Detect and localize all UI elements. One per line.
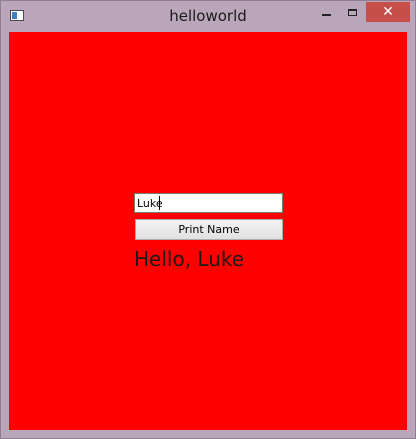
client-area: Print Name Hello, Luke <box>9 32 407 430</box>
greeting-label: Hello, Luke <box>134 247 245 271</box>
text-caret <box>159 196 160 210</box>
app-window: helloworld ✕ Print Name Hello, Luke <box>0 0 416 439</box>
maximize-icon[interactable] <box>341 2 363 22</box>
minimize-icon[interactable] <box>315 2 337 22</box>
print-name-button[interactable]: Print Name <box>135 219 283 240</box>
title-bar[interactable]: helloworld ✕ <box>1 1 415 31</box>
close-button[interactable]: ✕ <box>366 2 410 22</box>
name-input[interactable] <box>134 193 283 213</box>
